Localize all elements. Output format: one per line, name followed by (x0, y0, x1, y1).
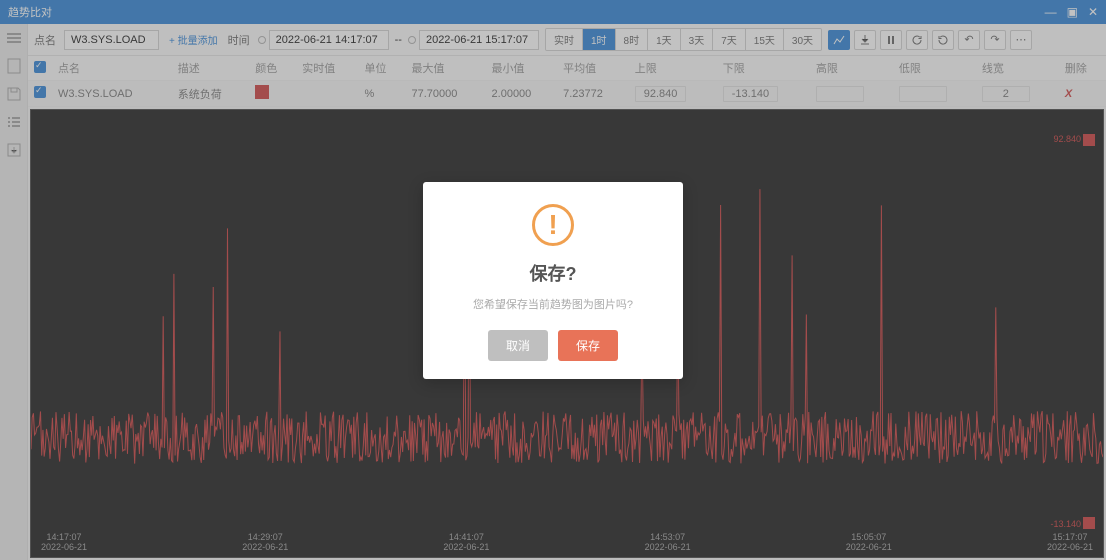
confirm-button[interactable]: 保存 (558, 330, 618, 361)
dialog-message: 您希望保存当前趋势图为图片吗? (441, 296, 665, 312)
dialog-title: 保存? (441, 260, 665, 286)
cancel-button[interactable]: 取消 (488, 330, 548, 361)
modal-overlay[interactable]: ! 保存? 您希望保存当前趋势图为图片吗? 取消 保存 (0, 0, 1106, 560)
warning-icon: ! (532, 204, 574, 246)
save-dialog: ! 保存? 您希望保存当前趋势图为图片吗? 取消 保存 (423, 182, 683, 379)
